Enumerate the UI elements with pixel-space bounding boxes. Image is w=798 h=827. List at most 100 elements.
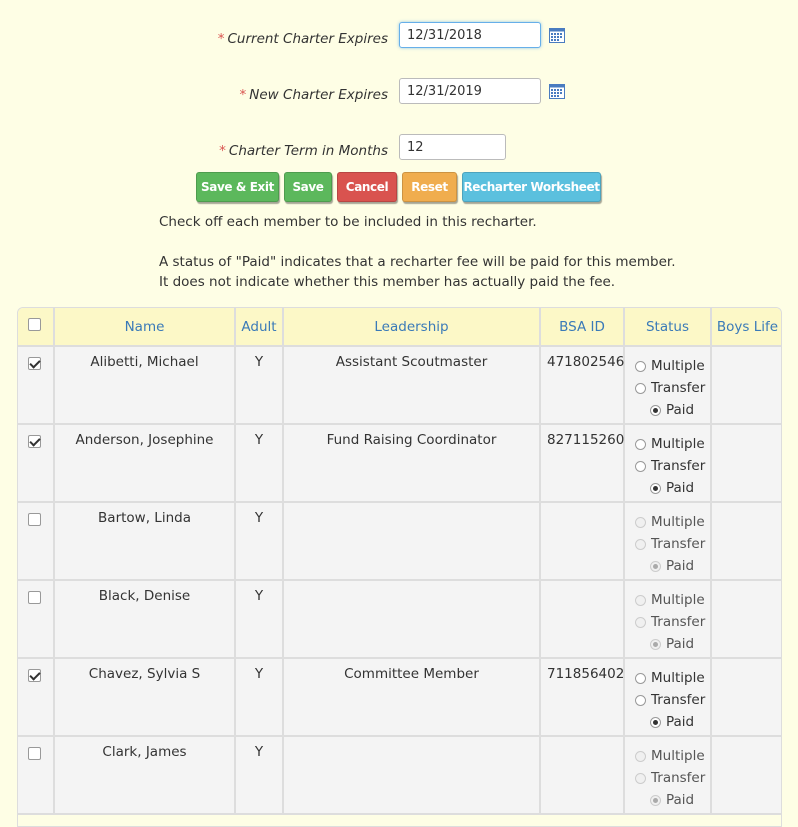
member-name: Clark, James: [102, 744, 187, 760]
header-adult[interactable]: Adult: [235, 308, 284, 347]
leadership-role-cell: [283, 502, 541, 581]
status-label-paid: Paid: [666, 480, 695, 496]
cancel-button[interactable]: Cancel: [337, 172, 397, 202]
member-name-cell: Chavez, Sylvia S: [54, 658, 236, 737]
header-bsa-id[interactable]: BSA ID: [540, 308, 625, 347]
save-exit-button[interactable]: Save & Exit: [196, 172, 279, 202]
status-label-paid: Paid: [666, 636, 695, 652]
adult-flag-cell: Y: [235, 580, 284, 659]
member-name: Anderson, Josephine: [75, 432, 214, 448]
leadership-role: Assistant Scoutmaster: [335, 354, 488, 370]
status-label-paid: Paid: [666, 558, 695, 574]
table-row: Clark, James Y Multiple Transfer Paid: [18, 736, 781, 815]
save-button[interactable]: Save: [284, 172, 332, 202]
info-text-1: Check off each member to be included in …: [159, 214, 537, 230]
members-table: Name Adult Leadership BSA ID Status Boys…: [17, 307, 782, 827]
status-label-transfer: Transfer: [651, 536, 706, 552]
table-row: Alibetti, Michael Y Assistant Scoutmaster 4…: [18, 346, 781, 425]
status-option-paid: Paid: [635, 555, 705, 577]
status-radio-multiple[interactable]: [635, 438, 646, 450]
bsa-id: [541, 737, 623, 744]
select-cell: [18, 502, 55, 581]
status-label-transfer: Transfer: [651, 614, 706, 630]
boys-life-cell: [711, 346, 781, 425]
calendar-icon[interactable]: [549, 84, 565, 99]
boys-life-cell: [711, 502, 781, 581]
status-option-paid: Paid: [635, 711, 705, 733]
status-option-multiple: Multiple: [635, 589, 705, 611]
select-all-checkbox[interactable]: [28, 318, 41, 331]
adult-flag-cell: Y: [235, 346, 284, 425]
status-radio-paid: [650, 794, 661, 806]
status-radio-multiple[interactable]: [635, 360, 646, 372]
boys-life-cell: [711, 424, 781, 503]
charter-term-label: * Charter Term in Months: [219, 143, 388, 159]
current-charter-expires-label: * Current Charter Expires: [217, 31, 388, 47]
member-name-cell: Alibetti, Michael: [54, 346, 236, 425]
charter-term-input[interactable]: [399, 134, 506, 160]
calendar-icon[interactable]: [549, 28, 565, 43]
bsa-id-cell: 471802546: [540, 346, 625, 425]
status-label-multiple: Multiple: [651, 670, 705, 686]
status-option-multiple: Multiple: [635, 745, 705, 767]
leadership-role-cell: [283, 736, 541, 815]
status-radio-group: Multiple Transfer Paid: [635, 745, 705, 811]
status-label-multiple: Multiple: [651, 514, 705, 530]
adult-flag: Y: [254, 744, 264, 760]
boys-life-cell: [711, 658, 781, 737]
member-checkbox[interactable]: [28, 357, 41, 370]
member-checkbox[interactable]: [28, 435, 41, 448]
status-label-transfer: Transfer: [651, 380, 706, 396]
member-checkbox[interactable]: [28, 591, 41, 604]
status-radio-paid: [650, 560, 661, 572]
recharter-worksheet-button[interactable]: Recharter Worksheet: [462, 172, 601, 202]
status-radio-paid[interactable]: [650, 482, 661, 494]
status-label-transfer: Transfer: [651, 458, 706, 474]
member-name: Black, Denise: [98, 588, 191, 604]
status-cell: Multiple Transfer Paid: [624, 502, 712, 581]
current-charter-expires-input[interactable]: [399, 22, 541, 48]
status-cell: Multiple Transfer Paid: [624, 580, 712, 659]
select-all-header: [18, 308, 55, 347]
adult-flag: Y: [254, 432, 264, 448]
status-option-transfer: Transfer: [635, 377, 705, 399]
status-option-transfer: Transfer: [635, 533, 705, 555]
status-radio-group: Multiple Transfer Paid: [635, 589, 705, 655]
status-option-paid: Paid: [635, 789, 705, 811]
status-radio-paid[interactable]: [650, 716, 661, 728]
header-boys-life[interactable]: Boys Life: [711, 308, 781, 347]
bsa-id-cell: 827115260: [540, 424, 625, 503]
status-option-transfer: Transfer: [635, 611, 705, 633]
status-label-paid: Paid: [666, 792, 695, 808]
status-radio-transfer: [635, 616, 646, 628]
adult-flag: Y: [254, 354, 264, 370]
member-checkbox[interactable]: [28, 669, 41, 682]
status-option-paid: Paid: [635, 633, 705, 655]
member-name-cell: Clark, James: [54, 736, 236, 815]
member-checkbox[interactable]: [28, 513, 41, 526]
member-name-cell: Anderson, Josephine: [54, 424, 236, 503]
status-radio-paid[interactable]: [650, 404, 661, 416]
header-status[interactable]: Status: [624, 308, 712, 347]
status-radio-transfer[interactable]: [635, 460, 646, 472]
status-label-paid: Paid: [666, 402, 695, 418]
status-cell: Multiple Transfer Paid: [624, 736, 712, 815]
member-checkbox[interactable]: [28, 747, 41, 760]
status-label-multiple: Multiple: [651, 436, 705, 452]
header-leadership[interactable]: Leadership: [283, 308, 541, 347]
leadership-role: Committee Member: [344, 666, 479, 682]
reset-button[interactable]: Reset: [402, 172, 457, 202]
status-radio-transfer[interactable]: [635, 694, 646, 706]
leadership-role: [284, 581, 539, 588]
info-text-2: A status of "Paid" indicates that a rech…: [159, 254, 676, 270]
status-radio-group: Multiple Transfer Paid: [635, 433, 705, 499]
bsa-id: 827115260: [547, 432, 625, 448]
bsa-id-cell: [540, 580, 625, 659]
leadership-role-cell: Assistant Scoutmaster: [283, 346, 541, 425]
status-radio-transfer[interactable]: [635, 382, 646, 394]
status-radio-multiple[interactable]: [635, 672, 646, 684]
info-text-3: It does not indicate whether this member…: [159, 274, 616, 290]
new-charter-expires-input[interactable]: [399, 78, 541, 104]
leadership-role: [284, 503, 539, 510]
header-name[interactable]: Name: [54, 308, 236, 347]
